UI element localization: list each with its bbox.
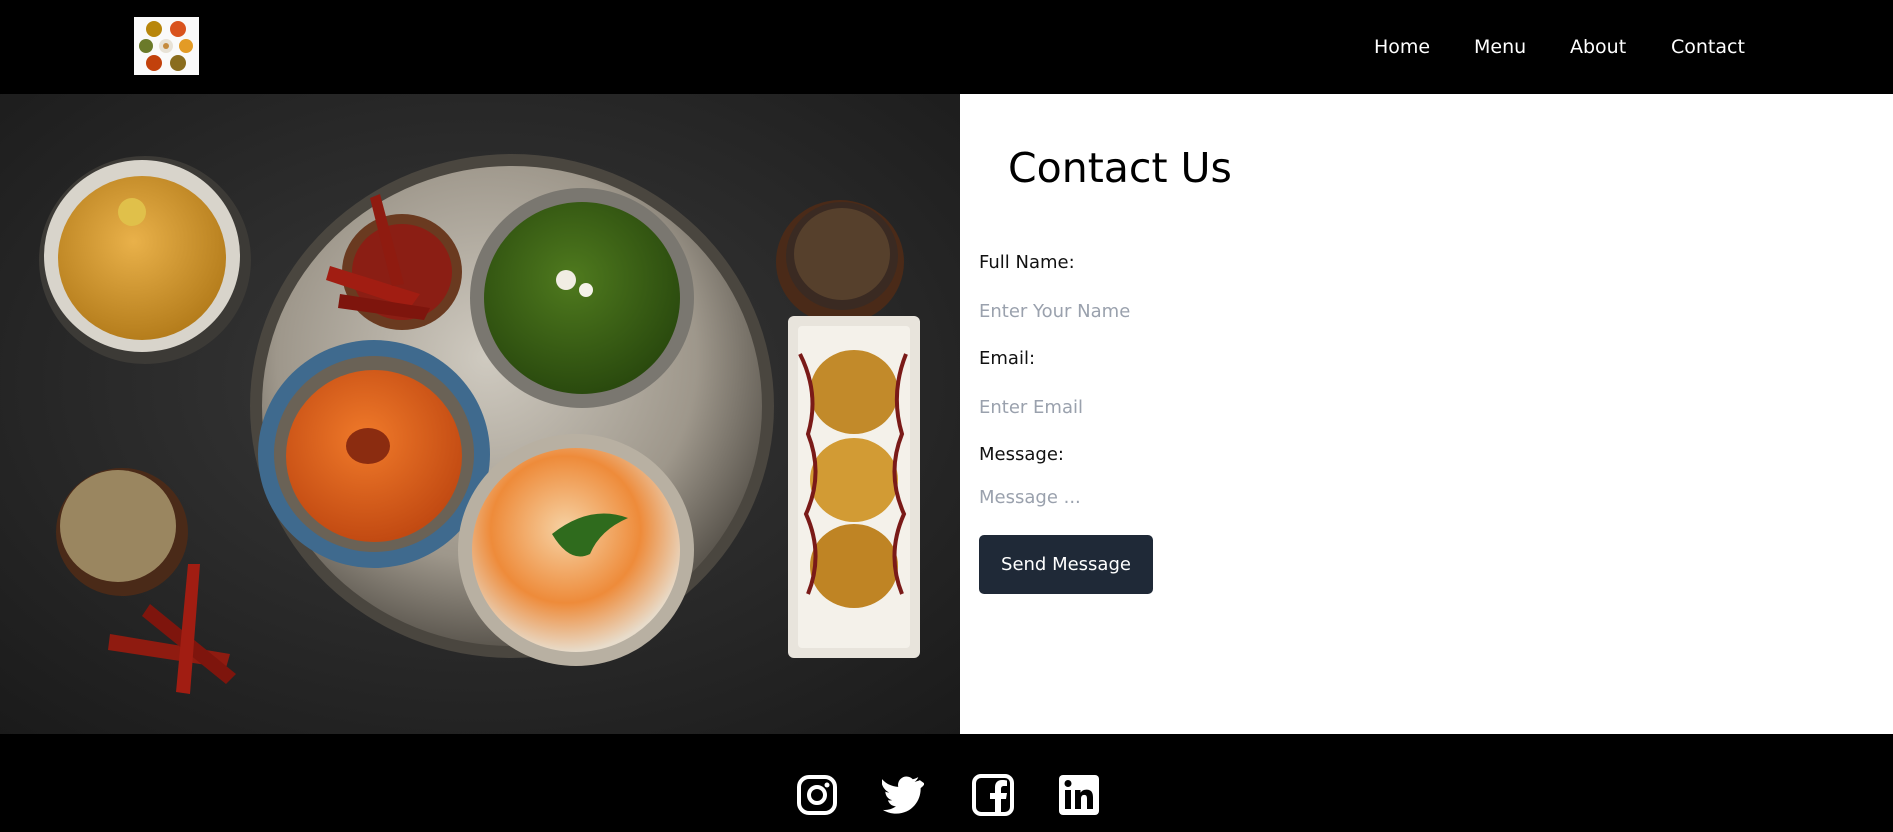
footer — [0, 734, 1893, 832]
send-message-button[interactable]: Send Message — [979, 535, 1153, 594]
full-name-label: Full Name: — [979, 252, 1075, 273]
navbar: Home Menu About Contact — [0, 0, 1893, 94]
page-title: Contact Us — [1008, 144, 1232, 192]
email-input[interactable] — [979, 392, 1479, 422]
email-label: Email: — [979, 348, 1036, 369]
contact-form-panel: Contact Us Full Name: Email: Message: Se… — [960, 94, 1893, 734]
food-thali-image — [0, 94, 960, 734]
twitter-icon[interactable] — [881, 774, 925, 816]
message-input[interactable] — [979, 487, 1479, 519]
instagram-icon[interactable] — [796, 774, 838, 816]
nav-link-about[interactable]: About — [1570, 36, 1626, 58]
nav-link-contact[interactable]: Contact — [1671, 36, 1745, 58]
full-name-input[interactable] — [979, 296, 1479, 326]
nav-link-home[interactable]: Home — [1374, 36, 1430, 58]
linkedin-icon[interactable] — [1058, 774, 1100, 816]
nav-link-menu[interactable]: Menu — [1474, 36, 1526, 58]
nav-links: Home Menu About Contact — [0, 0, 1893, 94]
facebook-icon[interactable] — [972, 774, 1014, 816]
message-label: Message: — [979, 444, 1064, 465]
